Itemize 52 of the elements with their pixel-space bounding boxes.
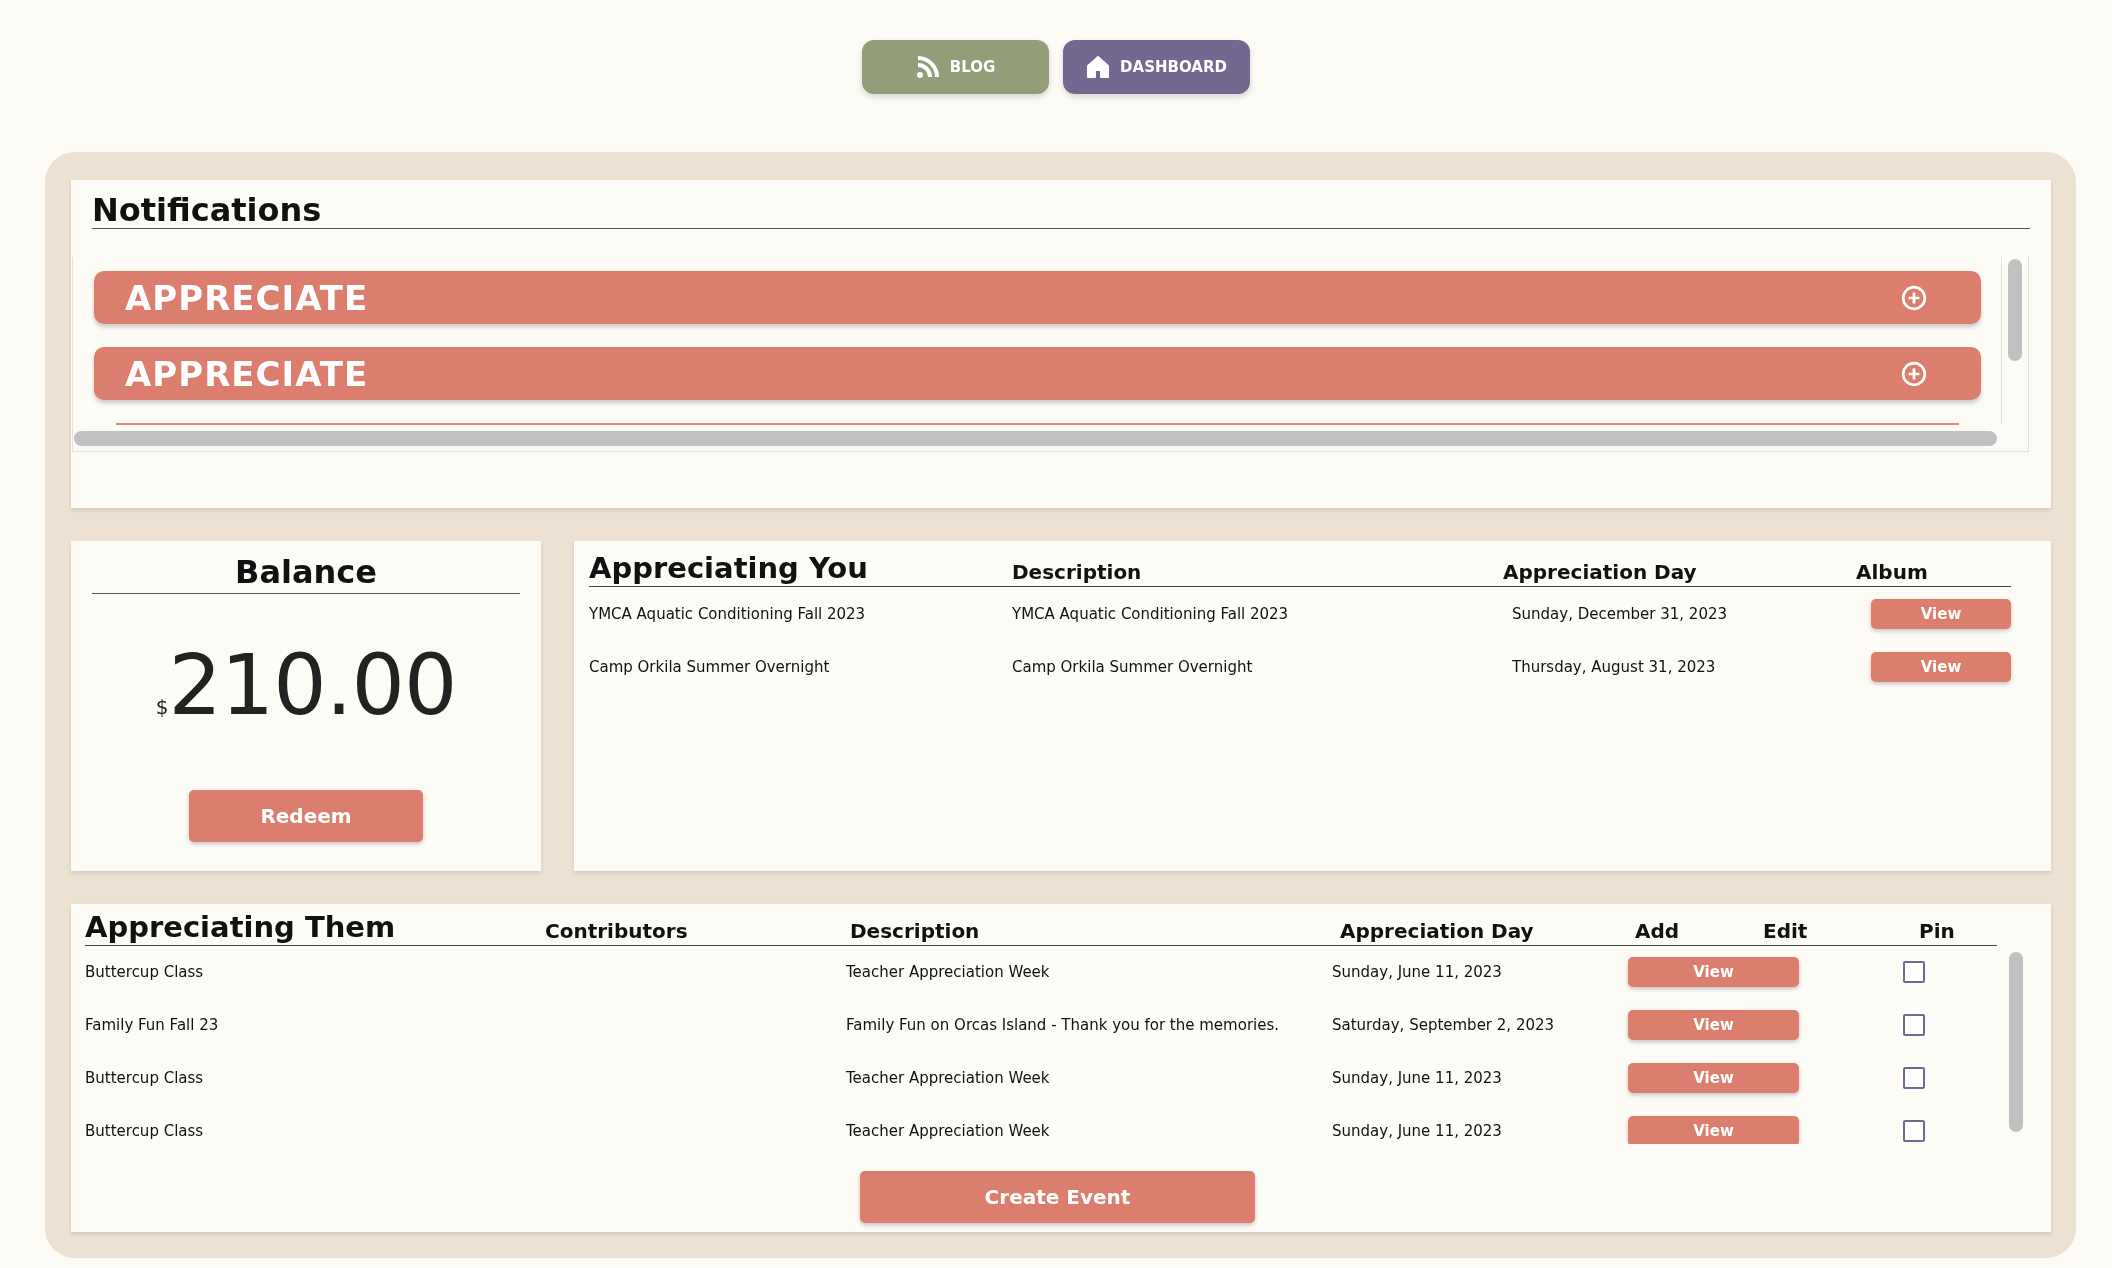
view-button[interactable]: View [1871, 598, 2011, 629]
create-event-button[interactable]: Create Event [860, 1170, 1255, 1223]
column-header: Edit [1762, 917, 1809, 944]
plus-circle-icon[interactable] [1901, 360, 1927, 387]
scrollbar-thumb[interactable] [2009, 951, 2023, 1132]
view-button[interactable]: View [1628, 957, 1799, 988]
column-header: Appreciation Day [1340, 917, 1535, 944]
column-header: Add [1634, 917, 1681, 944]
table-cell-text: Sunday, June 11, 2023 [1332, 963, 1503, 982]
table-cell-text: Sunday, June 11, 2023 [1332, 1069, 1503, 1088]
appreciate-bar[interactable]: APPRECIATE [94, 347, 1981, 400]
table-cell-text: Thursday, August 31, 2023 [1511, 657, 1717, 676]
table-cell-text: Family Fun Fall 23 [85, 1016, 220, 1035]
rss-icon [915, 55, 940, 79]
pin-checkbox[interactable] [1903, 1014, 1925, 1037]
column-header: Description [850, 917, 981, 944]
table-cell-text: Buttercup Class [85, 1122, 205, 1141]
home-icon [1086, 55, 1111, 79]
table-cell-text: Camp Orkila Summer Overnight [1012, 657, 1254, 676]
pin-checkbox[interactable] [1903, 961, 1925, 984]
table-cell-text: Saturday, September 2, 2023 [1332, 1016, 1556, 1035]
table-cell-text: Sunday, June 11, 2023 [1332, 1122, 1503, 1141]
section-title: Appreciating You [589, 551, 869, 586]
panel-title: Notifications [92, 192, 2030, 229]
appreciate-bar[interactable]: APPRECIATE [94, 271, 1981, 324]
table-cell-text: YMCA Aquatic Conditioning Fall 2023 [1012, 604, 1290, 623]
view-button[interactable]: View [1628, 1010, 1799, 1041]
column-header: Contributors [545, 917, 689, 944]
view-button[interactable]: View [1871, 651, 2011, 682]
nav-button[interactable]: BLOG [862, 40, 1049, 94]
redeem-button[interactable]: Redeem [189, 790, 423, 843]
scrollbar-thumb[interactable] [74, 430, 1997, 446]
pin-checkbox[interactable] [1903, 1067, 1925, 1090]
section-title: Appreciating Them [85, 909, 397, 944]
table-cell-text: Sunday, December 31, 2023 [1511, 604, 1728, 623]
column-header: Album [1856, 559, 1929, 586]
balance-title: Balance [92, 551, 520, 595]
nav-button[interactable]: DASHBOARD [1063, 40, 1250, 94]
column-header: Description [1012, 559, 1143, 586]
table-cell-text: Buttercup Class [85, 1069, 205, 1088]
plus-circle-icon[interactable] [1901, 284, 1927, 311]
scrollbar-thumb[interactable] [2008, 259, 2022, 361]
column-header: Pin [1918, 917, 1956, 944]
currency-symbol: $ [155, 695, 169, 720]
table-cell-text: Camp Orkila Summer Overnight [589, 657, 831, 676]
column-header: Appreciation Day [1503, 559, 1698, 586]
view-button[interactable]: View [1628, 1116, 1799, 1144]
balance-amount: 210.00 [168, 636, 457, 735]
table-cell-text: YMCA Aquatic Conditioning Fall 2023 [589, 604, 867, 623]
pin-checkbox[interactable] [1903, 1120, 1925, 1143]
table-cell-text: Buttercup Class [85, 963, 205, 982]
view-button[interactable]: View [1628, 1063, 1799, 1094]
